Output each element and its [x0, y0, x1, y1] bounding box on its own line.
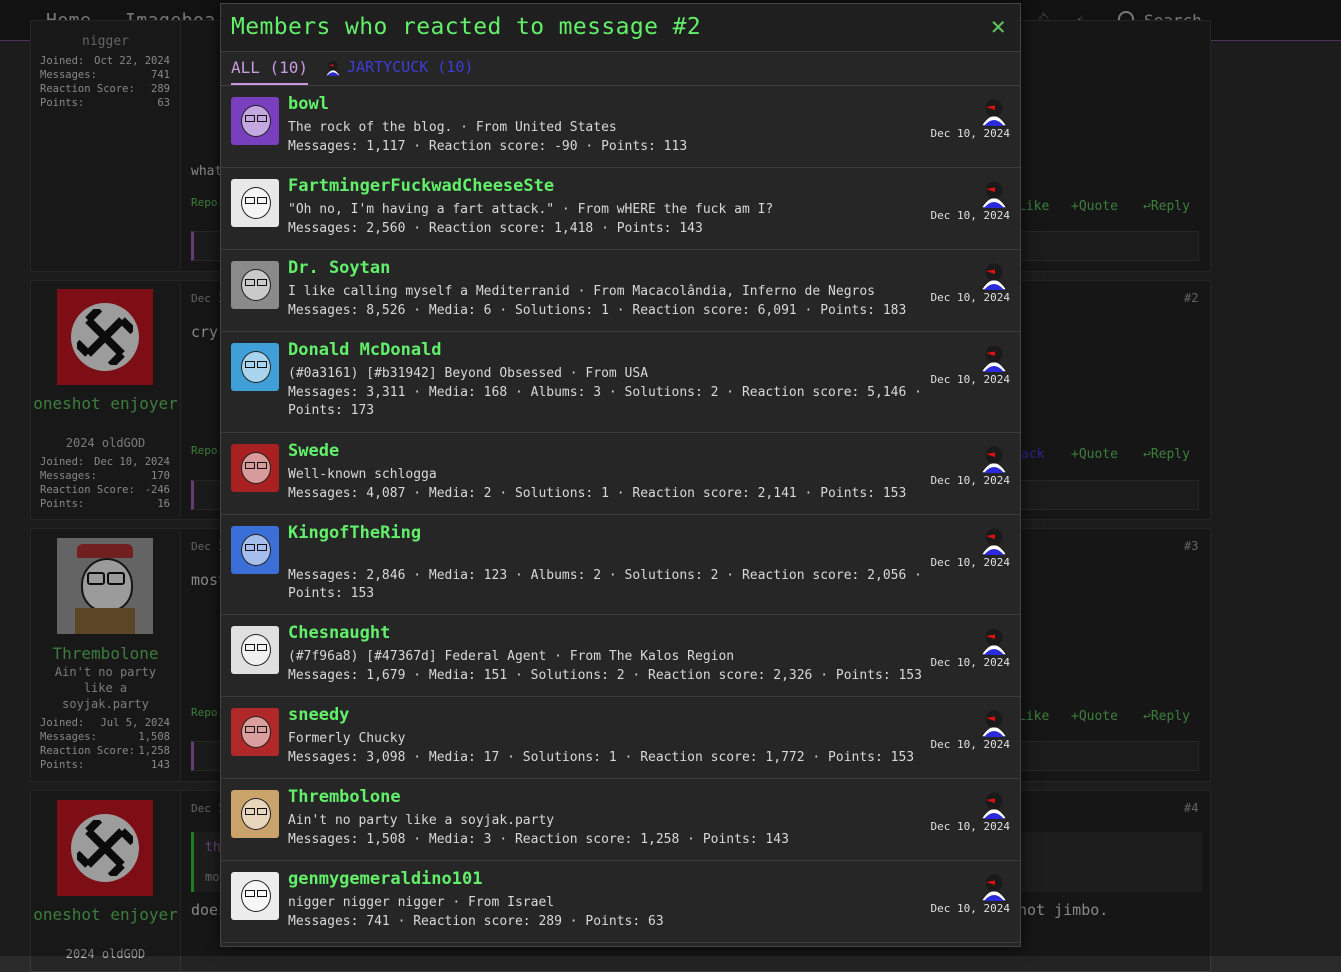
close-icon[interactable]: × [990, 12, 1006, 42]
member-list-item[interactable]: Swede Well-known schlogga Messages: 4,087 … [221, 433, 1020, 515]
member-stats: Messages: 1,117 · Reaction score: -90 · … [288, 139, 688, 154]
member-title: Well-known schlogga [288, 467, 437, 482]
tab-all[interactable]: ALL (10) [231, 58, 309, 85]
member-avatar[interactable] [231, 790, 279, 838]
jartycuck-reaction-icon [325, 60, 341, 76]
member-avatar[interactable] [231, 526, 279, 574]
member-name[interactable]: genmygemeraldino101 [288, 869, 482, 889]
member-avatar[interactable] [231, 97, 279, 145]
member-avatar[interactable] [231, 626, 279, 674]
tab-jartycuck[interactable]: JARTYCUCK (10) [323, 58, 473, 77]
reactions-modal: Members who reacted to message #2 × ALL … [220, 3, 1021, 947]
member-stats: Messages: 3,098 · Media: 17 · Solutions:… [288, 750, 915, 765]
reaction-date[interactable]: Dec 10, 2024 [931, 556, 1010, 569]
member-title: nigger nigger nigger · From Israel [288, 895, 555, 910]
jartycuck-reaction-icon [979, 628, 1009, 656]
modal-title: Members who reacted to message #2 [231, 14, 702, 40]
member-avatar[interactable] [231, 708, 279, 756]
member-list: bowl The rock of the blog. · From United … [221, 86, 1020, 943]
reaction-date[interactable]: Dec 10, 2024 [931, 474, 1010, 487]
member-avatar[interactable] [231, 872, 279, 920]
modal-header: Members who reacted to message #2 × [221, 4, 1020, 52]
member-list-item[interactable]: genmygemeraldino101 nigger nigger nigger … [221, 861, 1020, 943]
member-stats: Messages: 741 · Reaction score: 289 · Po… [288, 914, 664, 929]
jartycuck-reaction-icon [979, 345, 1009, 373]
reaction-date[interactable]: Dec 10, 2024 [931, 291, 1010, 304]
member-title: "Oh no, I'm having a fart attack." · Fro… [288, 202, 774, 217]
member-list-item[interactable]: Donald McDonald (#0a3161) [#b31942] Beyon… [221, 332, 1020, 433]
member-list-item[interactable]: bowl The rock of the blog. · From United … [221, 86, 1020, 168]
member-name[interactable]: Thrembolone [288, 787, 401, 807]
member-name[interactable]: Dr. Soytan [288, 258, 390, 278]
member-name[interactable]: Chesnaught [288, 623, 390, 643]
reaction-tabs: ALL (10) JARTYCUCK (10) [221, 52, 1020, 86]
jartycuck-reaction-icon [979, 874, 1009, 902]
member-avatar[interactable] [231, 343, 279, 391]
member-list-item[interactable]: Dr. Soytan I like calling myself a Medite… [221, 250, 1020, 332]
member-list-item[interactable]: sneedy Formerly Chucky Messages: 3,098 · M… [221, 697, 1020, 779]
member-title: (#0a3161) [#b31942] Beyond Obsessed · Fr… [288, 366, 649, 381]
jartycuck-reaction-icon [979, 181, 1009, 209]
jartycuck-reaction-icon [979, 263, 1009, 291]
jartycuck-reaction-icon [979, 528, 1009, 556]
reaction-date[interactable]: Dec 10, 2024 [931, 738, 1010, 751]
reaction-date[interactable]: Dec 10, 2024 [931, 127, 1010, 140]
member-stats: Messages: 3,311 · Media: 168 · Albums: 3… [288, 385, 922, 418]
member-name[interactable]: FartmingerFuckwadCheeseSte [288, 176, 554, 196]
member-title: I like calling myself a Mediterranid · F… [288, 284, 875, 299]
member-stats: Messages: 2,560 · Reaction score: 1,418 … [288, 221, 703, 236]
reaction-date[interactable]: Dec 10, 2024 [931, 373, 1010, 386]
member-title: (#7f96a8) [#47367d] Federal Agent · From… [288, 649, 735, 664]
tab-jartycuck-label: JARTYCUCK (10) [347, 58, 474, 76]
reaction-date[interactable]: Dec 10, 2024 [931, 820, 1010, 833]
member-name[interactable]: Donald McDonald [288, 340, 442, 360]
member-title: The rock of the blog. · From United Stat… [288, 120, 617, 135]
jartycuck-reaction-icon [979, 710, 1009, 738]
member-name[interactable]: sneedy [288, 705, 349, 725]
reaction-date[interactable]: Dec 10, 2024 [931, 656, 1010, 669]
jartycuck-reaction-icon [979, 792, 1009, 820]
member-stats: Messages: 1,679 · Media: 151 · Solutions… [288, 668, 922, 683]
reaction-date[interactable]: Dec 10, 2024 [931, 209, 1010, 222]
member-stats: Messages: 1,508 · Media: 3 · Reaction sc… [288, 832, 789, 847]
member-name[interactable]: KingofTheRing [288, 523, 421, 543]
member-stats: Messages: 4,087 · Media: 2 · Solutions: … [288, 486, 907, 501]
member-list-item[interactable]: FartmingerFuckwadCheeseSte "Oh no, I'm ha… [221, 168, 1020, 250]
member-list-item[interactable]: Thrembolone Ain't no party like a soyjak.… [221, 779, 1020, 861]
member-list-item[interactable]: KingofTheRing Messages: 2,846 · Media: 12… [221, 515, 1020, 615]
member-name[interactable]: Swede [288, 441, 339, 461]
member-avatar[interactable] [231, 444, 279, 492]
member-avatar[interactable] [231, 261, 279, 309]
member-name[interactable]: bowl [288, 94, 329, 114]
member-title: Formerly Chucky [288, 731, 406, 746]
jartycuck-reaction-icon [979, 446, 1009, 474]
member-avatar[interactable] [231, 179, 279, 227]
jartycuck-reaction-icon [979, 99, 1009, 127]
member-title: Ain't no party like a soyjak.party [288, 813, 555, 828]
member-list-item[interactable]: Chesnaught (#7f96a8) [#47367d] Federal Ag… [221, 615, 1020, 697]
member-stats: Messages: 8,526 · Media: 6 · Solutions: … [288, 303, 907, 318]
reaction-date[interactable]: Dec 10, 2024 [931, 902, 1010, 915]
member-stats: Messages: 2,846 · Media: 123 · Albums: 2… [288, 568, 922, 601]
